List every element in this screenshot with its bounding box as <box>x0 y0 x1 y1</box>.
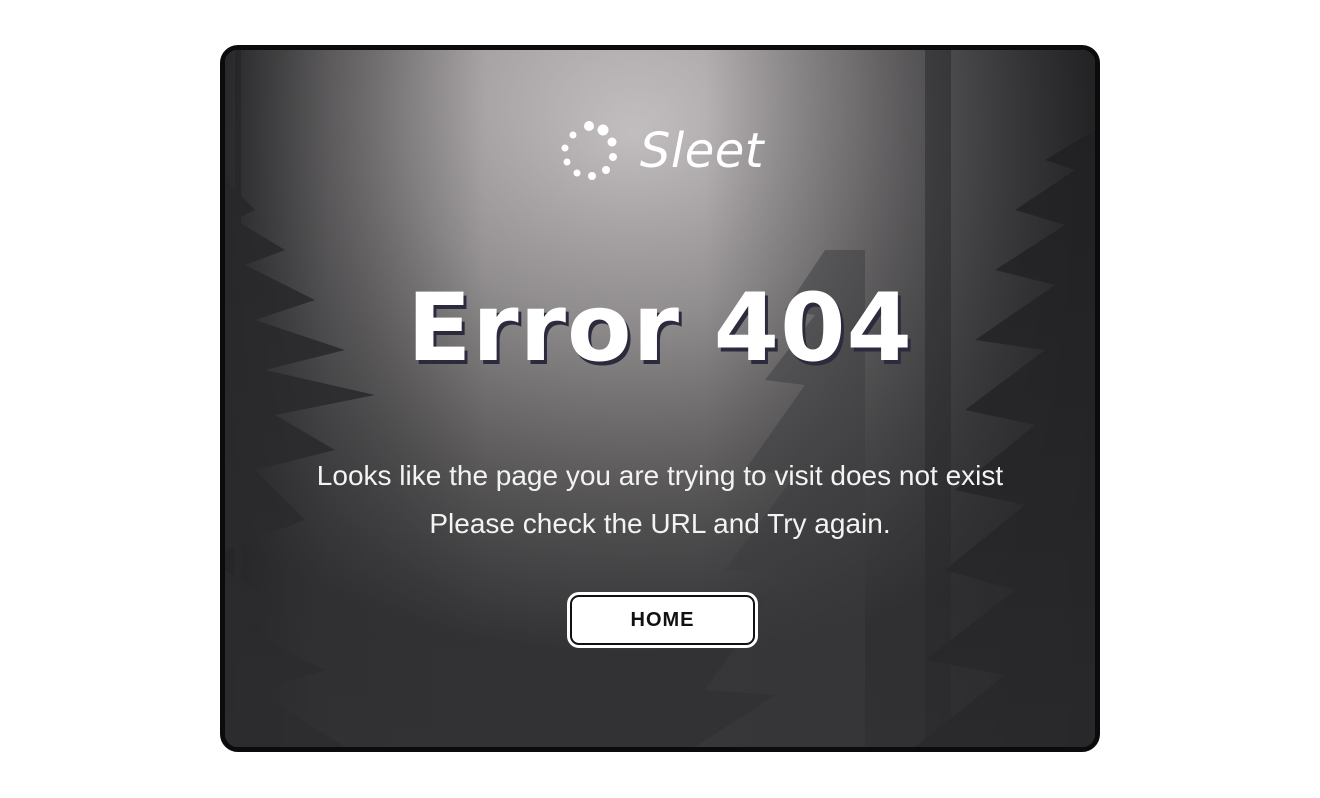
brand-name: Sleet <box>639 123 765 179</box>
error-card: Sleet Error 404 Looks like the page you … <box>220 45 1100 752</box>
home-button[interactable]: HOME <box>570 595 755 645</box>
dotted-circle-logo-icon <box>561 121 617 180</box>
error-title: Error 404 <box>407 274 913 383</box>
error-content: Sleet Error 404 Looks like the page you … <box>225 50 1095 747</box>
error-message-line-2: Please check the URL and Try again. <box>429 508 891 539</box>
error-message: Looks like the page you are trying to vi… <box>225 452 1095 548</box>
brand-logo: Sleet <box>225 118 1095 184</box>
error-message-line-1: Looks like the page you are trying to vi… <box>316 460 1004 491</box>
